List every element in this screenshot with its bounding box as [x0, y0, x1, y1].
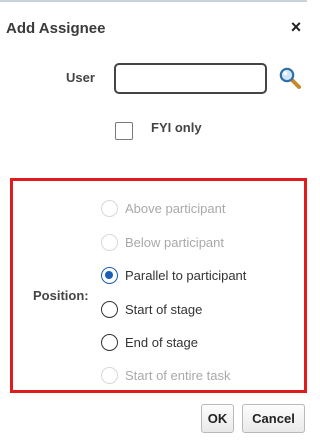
radio-label-below-participant: Below participant [125, 235, 224, 250]
ok-button[interactable]: OK [201, 404, 234, 433]
search-icon[interactable] [278, 66, 302, 90]
position-label: Position: [33, 288, 89, 303]
radio-label-end-of-stage: End of stage [125, 335, 198, 350]
radio-label-start-of-stage: Start of stage [125, 302, 203, 317]
radio-parallel-to-participant[interactable] [101, 267, 118, 284]
radio-label-start-of-entire-task: Start of entire task [125, 368, 231, 383]
user-input[interactable] [114, 63, 267, 94]
radio-start-of-stage[interactable] [101, 301, 118, 318]
radio-above-participant[interactable] [101, 200, 118, 217]
radio-start-of-entire-task[interactable] [101, 367, 118, 384]
fyi-label: FYI only [151, 120, 202, 135]
dialog-top-border [0, 0, 307, 2]
cancel-button[interactable]: Cancel [242, 404, 305, 433]
dialog-title: Add Assignee [6, 20, 106, 37]
radio-label-above-participant: Above participant [125, 201, 226, 216]
radio-end-of-stage[interactable] [101, 334, 118, 351]
user-label: User [66, 70, 95, 85]
close-icon[interactable]: × [287, 17, 305, 37]
fyi-checkbox[interactable] [115, 122, 133, 140]
radio-below-participant[interactable] [101, 234, 118, 251]
radio-label-parallel-to-participant: Parallel to participant [125, 268, 247, 283]
